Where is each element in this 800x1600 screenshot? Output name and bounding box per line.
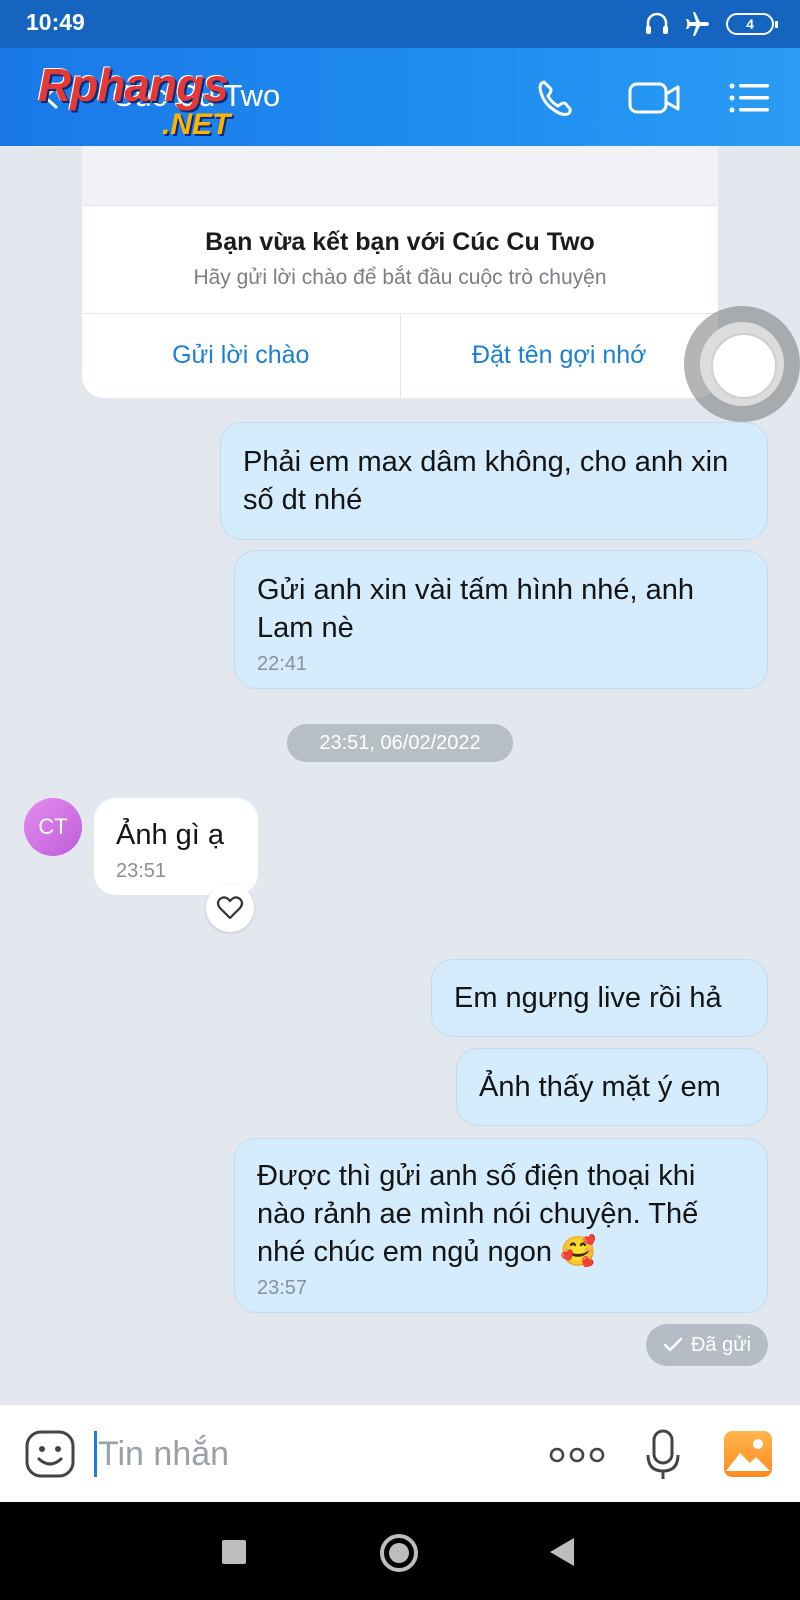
outgoing-message[interactable]: Ảnh thấy mặt ý em — [456, 1048, 768, 1126]
react-heart-button[interactable] — [206, 884, 254, 932]
incoming-message[interactable]: Ảnh gì ạ 23:51 — [94, 798, 258, 895]
more-icon[interactable] — [548, 1445, 606, 1465]
image-icon[interactable] — [722, 1429, 774, 1479]
phone-icon[interactable] — [532, 76, 580, 120]
check-icon — [663, 1337, 683, 1352]
message-time: 22:41 — [257, 653, 308, 675]
system-navigation-bar — [0, 1502, 800, 1600]
menu-icon[interactable] — [726, 76, 772, 120]
back-button[interactable] — [550, 1538, 574, 1566]
message-input[interactable] — [98, 1429, 518, 1479]
text-cursor — [94, 1431, 97, 1477]
heart-icon — [216, 896, 244, 920]
set-nickname-button[interactable]: Đặt tên gợi nhớ — [399, 314, 719, 398]
watermark-logo: Rphangs .NET — [38, 58, 288, 144]
friend-card-subtitle: Hãy gửi lời chào để bắt đầu cuộc trò chu… — [193, 266, 607, 289]
home-button[interactable] — [380, 1534, 418, 1572]
watermark-text-bottom: .NET — [162, 108, 231, 141]
message-input-bar — [0, 1404, 800, 1502]
message-text: Gửi anh xin vài tấm hình nhé, anh Lam nè — [257, 574, 694, 644]
friend-card-actions: Gửi lời chào Đặt tên gợi nhớ — [82, 313, 718, 398]
outgoing-message[interactable]: Phải em max dâm không, cho anh xin số dt… — [220, 422, 768, 540]
status-icons: 4 — [644, 11, 778, 37]
recents-button[interactable] — [222, 1540, 246, 1564]
chat-header: Cúc Cu Two Rphangs .NET — [0, 48, 800, 146]
watermark-text-top: Rphangs — [38, 59, 229, 111]
message-text: Được thì gửi anh số điện thoại khi nào r… — [257, 1160, 699, 1268]
new-friend-card: Bạn vừa kết bạn với Cúc Cu Two Hãy gửi l… — [82, 146, 718, 398]
headset-icon — [646, 12, 668, 34]
message-time: 23:57 — [257, 1277, 308, 1299]
assistive-touch-button[interactable] — [684, 306, 800, 422]
outgoing-message[interactable]: Được thì gửi anh số điện thoại khi nào r… — [234, 1138, 768, 1313]
airplane-icon — [686, 12, 709, 36]
avatar[interactable]: CT — [24, 798, 82, 856]
outgoing-message[interactable]: Gửi anh xin vài tấm hình nhé, anh Lam nè… — [234, 550, 768, 689]
sticker-icon[interactable] — [24, 1429, 76, 1479]
friend-card-title: Bạn vừa kết bạn với Cúc Cu Two — [205, 228, 595, 256]
message-text: Ảnh gì ạ — [116, 819, 225, 851]
message-text: Phải em max dâm không, cho anh xin số dt… — [243, 446, 729, 516]
status-bar: 10:49 4 — [0, 0, 800, 48]
video-call-icon[interactable] — [626, 76, 684, 120]
send-greeting-button[interactable]: Gửi lời chào — [82, 314, 400, 398]
sent-status-label: Đã gửi — [690, 1333, 752, 1356]
sent-status-badge: Đã gửi — [646, 1324, 768, 1366]
card-top-strip — [82, 146, 718, 206]
outgoing-message[interactable]: Em ngưng live rồi hả — [431, 959, 768, 1037]
message-time: 23:51 — [116, 860, 167, 882]
date-separator: 23:51, 06/02/2022 — [287, 724, 513, 762]
battery-icon: 4 — [726, 13, 778, 35]
message-text: Ảnh thấy mặt ý em — [479, 1071, 721, 1103]
status-time: 10:49 — [26, 9, 85, 35]
message-text: Em ngưng live rồi hả — [454, 982, 722, 1014]
microphone-icon[interactable] — [644, 1429, 682, 1481]
